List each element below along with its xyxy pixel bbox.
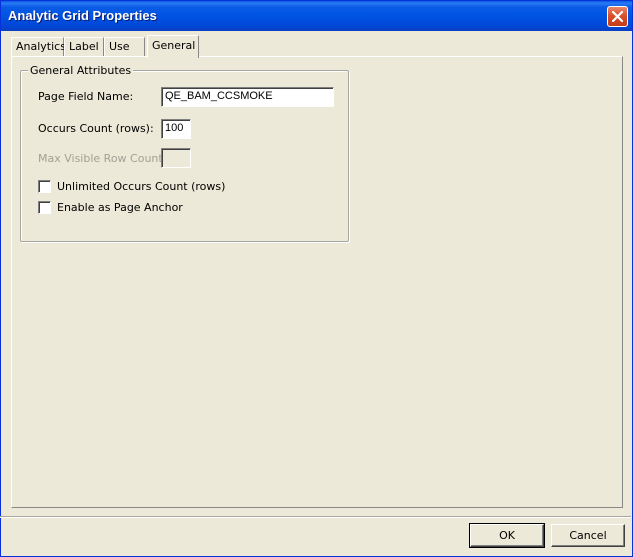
occurs-count-label: Occurs Count (rows):	[38, 122, 154, 135]
tab-analytics[interactable]: Analytics	[11, 37, 66, 56]
page-anchor-label[interactable]: Enable as Page Anchor	[57, 201, 183, 214]
ok-button[interactable]: OK	[469, 523, 545, 548]
max-visible-row-count-input	[161, 148, 191, 168]
tab-label: Use	[109, 40, 130, 53]
window-title: Analytic Grid Properties	[8, 8, 157, 23]
title-bar[interactable]: Analytic Grid Properties	[1, 1, 632, 31]
tab-label: General	[152, 39, 196, 52]
occurs-count-input[interactable]: 100	[161, 119, 191, 139]
group-title: General Attributes	[28, 64, 134, 77]
page-field-name-label: Page Field Name:	[38, 90, 134, 103]
max-visible-row-count-label: Max Visible Row Count:	[38, 152, 167, 165]
tab-general[interactable]: General	[147, 35, 199, 58]
close-button[interactable]	[607, 6, 628, 27]
unlimited-occurs-label[interactable]: Unlimited Occurs Count (rows)	[57, 180, 225, 193]
tab-use[interactable]: Use	[104, 37, 145, 56]
cancel-button[interactable]: Cancel	[551, 524, 625, 547]
unlimited-occurs-checkbox[interactable]	[38, 180, 51, 193]
tab-label: Analytics	[16, 40, 66, 53]
tab-label: Label	[69, 40, 99, 53]
footer-divider	[0, 516, 631, 518]
page-field-name-input[interactable]: QE_BAM_CCSMOKE	[161, 87, 334, 107]
page-anchor-checkbox[interactable]	[38, 201, 51, 214]
close-icon	[612, 11, 623, 22]
tab-label-tab[interactable]: Label	[64, 37, 104, 56]
